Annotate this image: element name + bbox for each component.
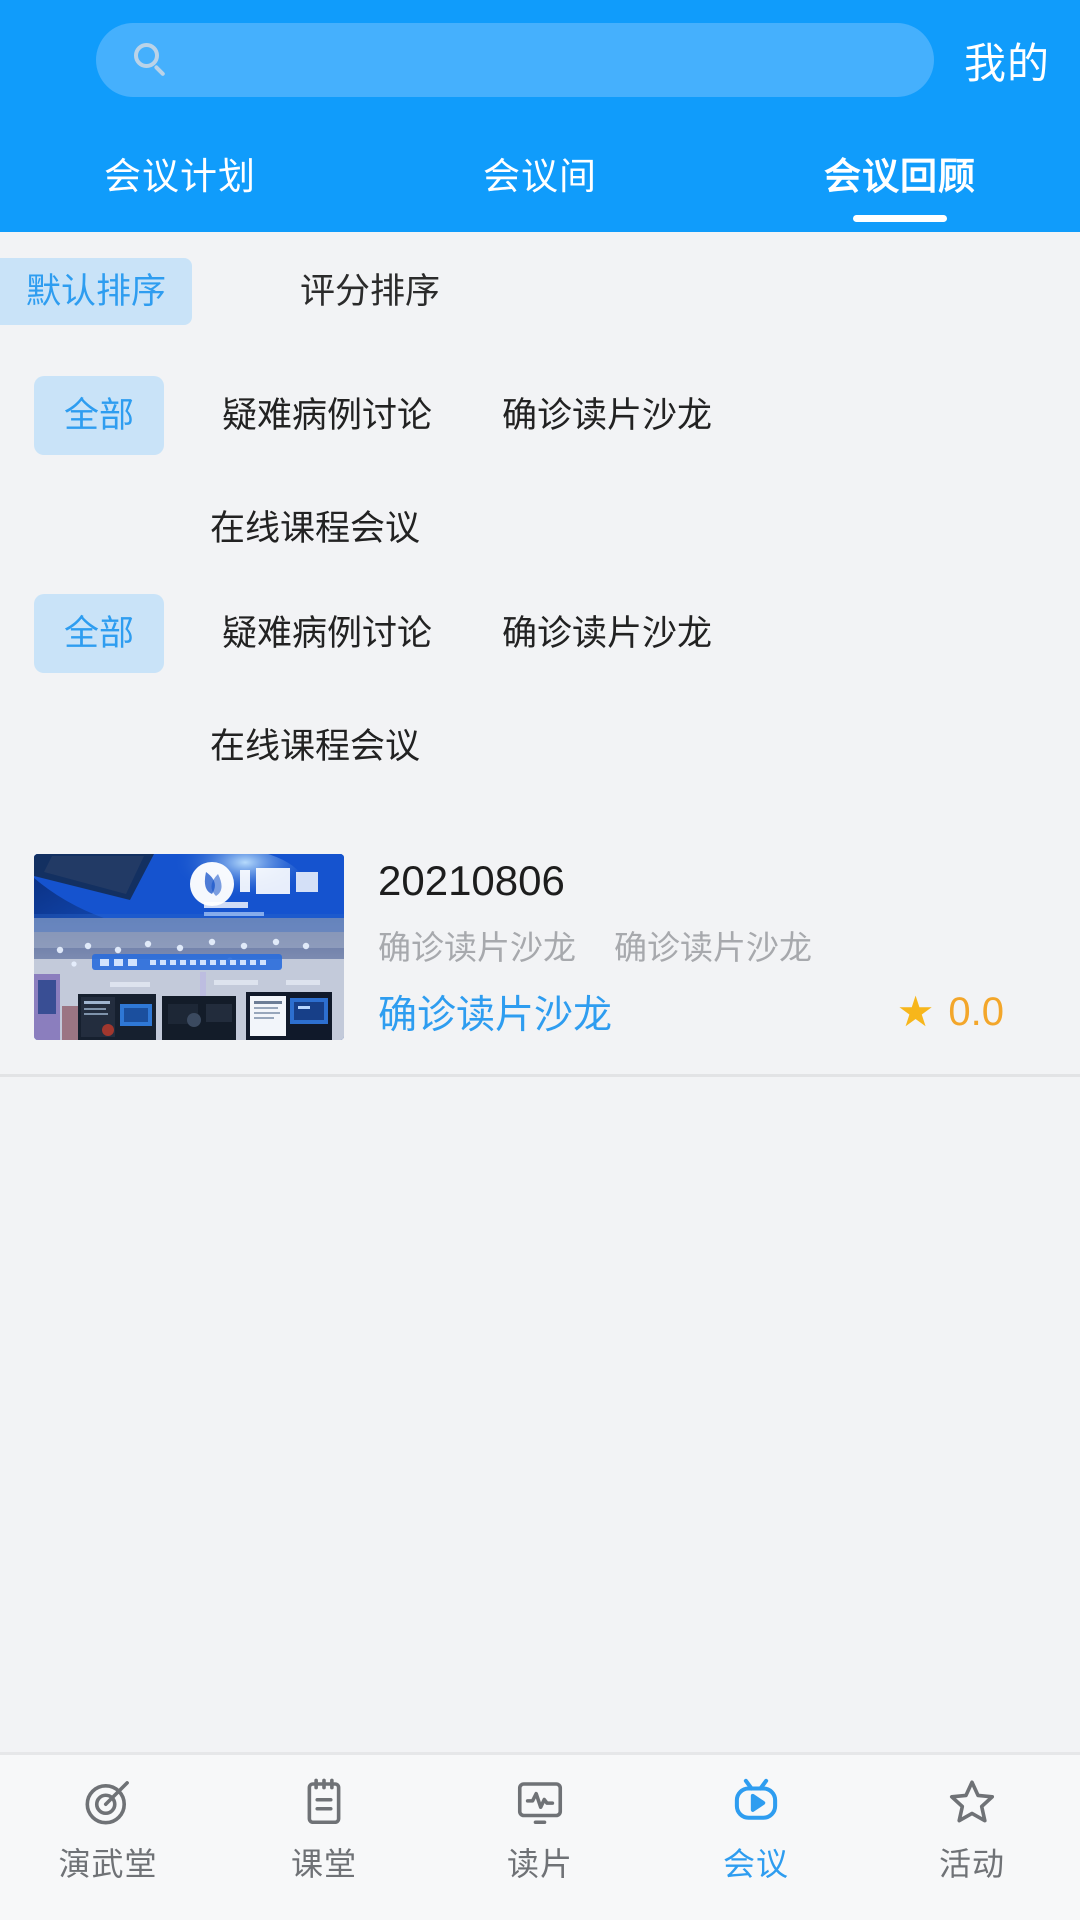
bottom-navigation: 演武堂 课堂 读片 会议 活动	[0, 1752, 1080, 1920]
tab-meeting-review[interactable]: 会议回顾	[720, 136, 1080, 222]
meeting-meta-item: 确诊读片沙龙	[614, 929, 812, 967]
meeting-card-info: 20210806 确诊读片沙龙 确诊读片沙龙 确诊读片沙龙 ★ 0.0	[344, 854, 1046, 1040]
nav-item-ketang[interactable]: 课堂	[216, 1775, 432, 1885]
sort-option-rating[interactable]: 评分排序	[274, 258, 466, 325]
content-area[interactable]: 默认排序 评分排序 全部 疑难病例讨论 确诊读片沙龙 在线课程会议 全部 疑难病…	[0, 232, 1080, 1752]
header-tabs: 会议计划 会议间 会议回顾	[0, 120, 1080, 232]
header-top-bar: 我的	[0, 0, 1080, 120]
tab-meeting-room[interactable]: 会议间	[360, 136, 720, 200]
filter-chip-diagnosis-salon[interactable]: 确诊读片沙龙	[502, 594, 712, 673]
filter-chip-difficult-case[interactable]: 疑难病例讨论	[222, 376, 432, 455]
meeting-rating: ★ 0.0	[897, 991, 1046, 1033]
sort-option-default[interactable]: 默认排序	[0, 257, 193, 325]
mine-button[interactable]: 我的	[964, 30, 1054, 91]
target-icon	[85, 1781, 129, 1825]
filter-chip-diagnosis-salon[interactable]: 确诊读片沙龙	[502, 376, 712, 455]
app-header: 我的 会议计划 会议间 会议回顾	[0, 0, 1080, 232]
tab-label: 会议回顾	[824, 156, 976, 197]
nav-label: 演武堂	[58, 1846, 158, 1882]
filter-group-1: 全部 疑难病例讨论 确诊读片沙龙 在线课程会议	[0, 376, 1080, 568]
tab-active-indicator	[853, 215, 947, 222]
nav-label: 活动	[938, 1846, 1005, 1882]
tab-label: 会议计划	[104, 156, 256, 197]
star-outline-icon	[949, 1780, 995, 1823]
search-bar[interactable]	[96, 23, 934, 97]
filter-chip-online-course[interactable]: 在线课程会议	[210, 707, 1080, 786]
notepad-icon	[307, 1778, 341, 1825]
meeting-card[interactable]: 20210806 确诊读片沙龙 确诊读片沙龙 确诊读片沙龙 ★ 0.0	[0, 818, 1080, 1077]
filter-chip-all[interactable]: 全部	[34, 376, 165, 455]
search-input[interactable]	[168, 23, 934, 97]
search-icon	[134, 43, 168, 77]
meeting-meta-item: 确诊读片沙龙	[378, 929, 576, 967]
nav-item-yanwutang[interactable]: 演武堂	[0, 1775, 216, 1885]
meeting-title: 20210806	[378, 857, 565, 904]
app-root: 我的 会议计划 会议间 会议回顾 默认排序 评分排序 全部 疑难病例讨论 确诊读…	[0, 0, 1080, 1920]
nav-item-dupian[interactable]: 读片	[432, 1775, 648, 1885]
meeting-meta: 确诊读片沙龙 确诊读片沙龙	[378, 921, 1046, 969]
filter-chip-online-course[interactable]: 在线课程会议	[210, 489, 1080, 568]
star-icon: ★	[896, 988, 935, 1035]
monitor-waveform-icon	[517, 1782, 563, 1825]
filter-chip-difficult-case[interactable]: 疑难病例讨论	[222, 594, 432, 673]
nav-label: 读片	[506, 1846, 573, 1882]
thumbnail-image	[34, 854, 344, 1040]
nav-label: 会议	[722, 1846, 789, 1882]
nav-label: 课堂	[290, 1846, 357, 1882]
sort-bar: 默认排序 评分排序	[0, 232, 1080, 350]
nav-item-huodong[interactable]: 活动	[864, 1775, 1080, 1885]
tab-label: 会议间	[483, 156, 597, 197]
filter-group-2: 全部 疑难病例讨论 确诊读片沙龙 在线课程会议	[0, 594, 1080, 786]
tab-meeting-plan[interactable]: 会议计划	[0, 136, 360, 200]
filter-chip-all[interactable]: 全部	[34, 594, 165, 673]
meeting-card-bottom: 确诊读片沙龙 ★ 0.0	[378, 984, 1046, 1040]
nav-item-huiyi[interactable]: 会议	[648, 1775, 864, 1885]
meeting-thumbnail	[34, 854, 344, 1040]
meeting-category-link[interactable]: 确诊读片沙龙	[378, 984, 612, 1040]
rating-score: 0.0	[948, 990, 1004, 1034]
tv-play-icon	[734, 1778, 778, 1820]
